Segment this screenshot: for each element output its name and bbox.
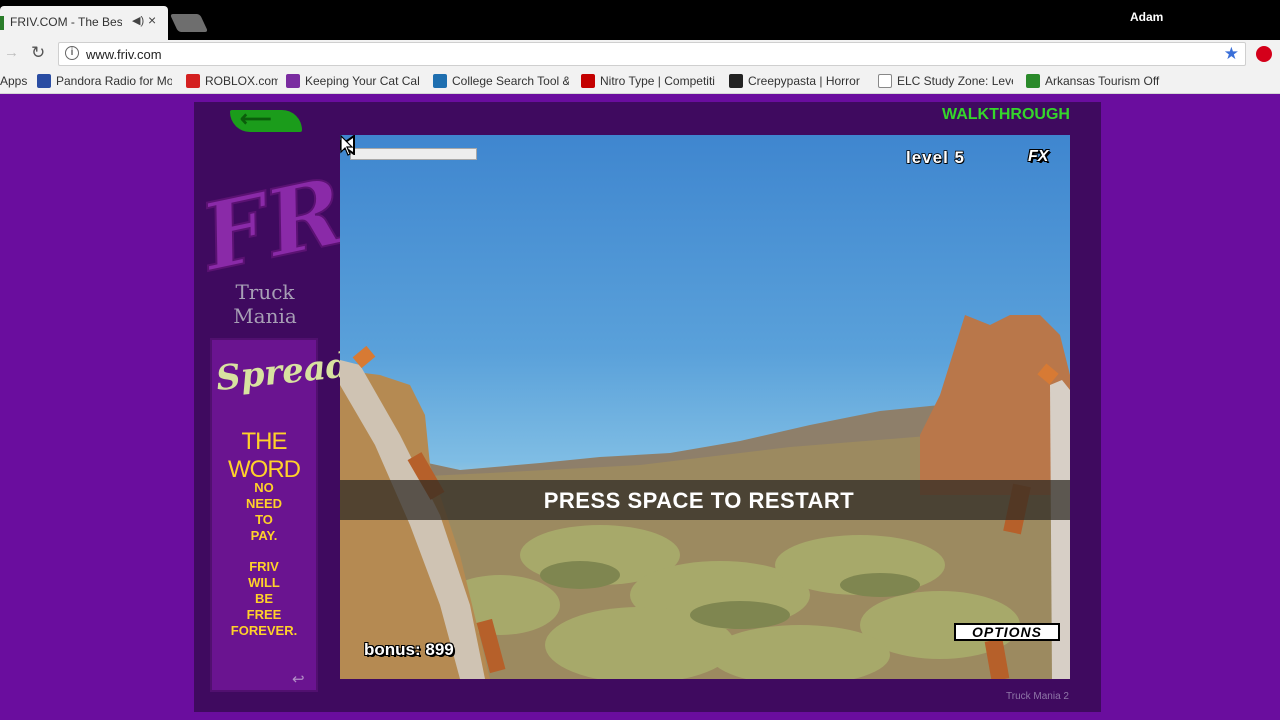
bookmark-roblox[interactable]: ROBLOX.com (186, 74, 278, 88)
roblox-icon (186, 74, 200, 88)
game-name-line2: Mania (233, 304, 297, 328)
url-text[interactable]: www.friv.com (86, 47, 162, 62)
bookmarks-bar: Apps Pandora Radio for Mo ROBLOX.com Kee… (0, 68, 1280, 94)
bookmark-apps[interactable]: Apps (0, 74, 30, 88)
page-icon (878, 74, 892, 88)
msg2-line: FRIV (249, 559, 279, 574)
reload-icon[interactable]: ↻ (31, 43, 45, 63)
game-name-line1: Truck (235, 280, 295, 304)
msg2-line: WILL (248, 575, 280, 590)
profile-name[interactable]: Adam (1130, 10, 1163, 24)
options-button[interactable]: OPTIONS (954, 623, 1060, 641)
level-label: level 5 (905, 147, 965, 168)
fx-toggle[interactable]: FX (1028, 148, 1048, 166)
bookmark-cat[interactable]: Keeping Your Cat Calm (286, 74, 420, 88)
spread-the-word-panel: Spread THE WORD NO NEED TO PAY. FRIV WIL… (210, 338, 352, 692)
bookmark-star-icon[interactable]: ★ (1224, 44, 1239, 64)
friv-logo[interactable]: FRIV (205, 140, 340, 280)
extension-icon[interactable] (1256, 46, 1272, 62)
bookmark-elc[interactable]: ELC Study Zone: Level (878, 74, 1013, 88)
return-icon[interactable]: ↩ (292, 670, 305, 688)
the-word: THE WORD (228, 428, 301, 483)
spread-title: Spread (214, 345, 352, 400)
cat-icon (286, 74, 300, 88)
msg2-line: BE (254, 591, 274, 606)
bonus-counter: bonus: 899 (364, 640, 454, 659)
msg1-line: PAY. (250, 528, 278, 543)
new-tab-button[interactable] (169, 14, 209, 32)
nitro-icon (581, 74, 595, 88)
game-canvas[interactable]: level 5 FX PRESS SPACE TO RESTART bonus:… (340, 135, 1070, 679)
bookmark-pandora[interactable]: Pandora Radio for Mo (37, 74, 172, 88)
friv-logo-text: FRIV (205, 140, 340, 280)
friv-favicon-icon (0, 16, 4, 30)
creepypasta-icon (729, 74, 743, 88)
progress-fill (351, 149, 476, 159)
college-icon (433, 74, 447, 88)
msg1-line: TO (255, 512, 273, 527)
game-name: Truck Mania (232, 280, 298, 328)
restart-text: PRESS SPACE TO RESTART (543, 488, 855, 513)
info-icon[interactable]: i (65, 46, 79, 60)
bookmark-arkansas[interactable]: Arkansas Tourism Offi (1026, 74, 1160, 88)
tab-title: FRIV.COM - The Best (10, 15, 122, 29)
msg1-line: NEED (245, 496, 283, 511)
msg1-line: NO (254, 480, 274, 495)
back-arrow-icon: ⟵ (240, 106, 272, 131)
bookmark-nitro[interactable]: Nitro Type | Competiti (581, 74, 716, 88)
speaker-icon[interactable]: ◀) (132, 14, 144, 27)
progress-bar (350, 148, 477, 160)
no-need-to-pay-text: NO NEED TO PAY. (212, 480, 316, 544)
back-arrow-button[interactable]: ⟵ (230, 106, 302, 132)
browser-tab[interactable]: FRIV.COM - The Best ◀) × (0, 6, 168, 40)
walkthrough-link[interactable]: WALKTHROUGH (942, 106, 1070, 124)
browser-titlebar: FRIV.COM - The Best ◀) × Adam (0, 0, 1280, 40)
msg2-line: FREE (246, 607, 282, 622)
address-bar[interactable]: i www.friv.com ★ (58, 42, 1246, 66)
forward-icon[interactable]: → (4, 44, 19, 61)
browser-toolbar: → ↻ i www.friv.com ★ (0, 40, 1280, 68)
bookmark-creepypasta[interactable]: Creepypasta | Horror (729, 74, 862, 88)
bookmark-college[interactable]: College Search Tool & (433, 74, 569, 88)
tab-close-icon[interactable]: × (148, 12, 156, 28)
arkansas-icon (1026, 74, 1040, 88)
msg2-line: FOREVER. (230, 623, 298, 638)
friv-free-text: FRIV WILL BE FREE FOREVER. (212, 559, 316, 639)
mouse-cursor-icon (340, 135, 354, 156)
game-scenery (340, 315, 1070, 679)
restart-banner: PRESS SPACE TO RESTART (340, 480, 1070, 520)
pandora-icon (37, 74, 51, 88)
right-rock (920, 315, 1070, 495)
footer-game-title: Truck Mania 2 (1006, 691, 1069, 702)
